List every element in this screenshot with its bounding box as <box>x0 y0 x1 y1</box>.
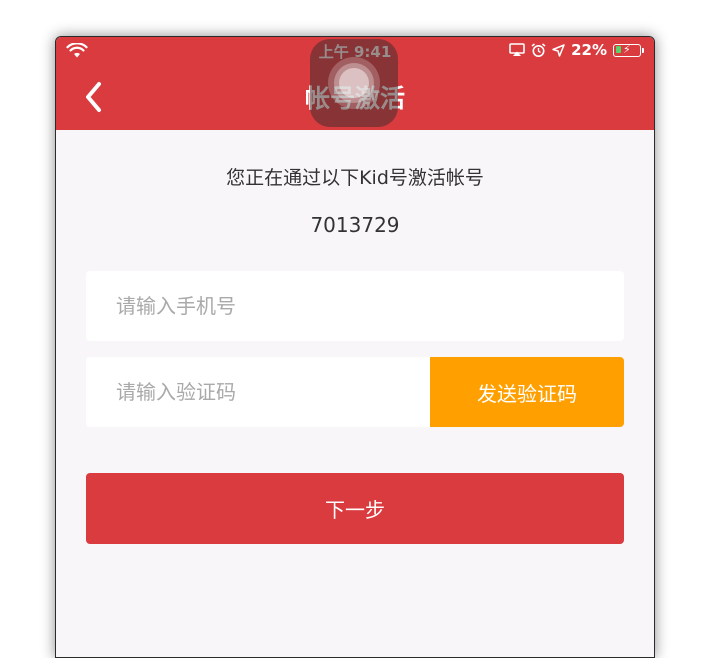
location-icon <box>552 43 565 57</box>
phone-input[interactable] <box>86 271 624 341</box>
next-button[interactable]: 下一步 <box>86 473 624 544</box>
alarm-icon <box>531 42 546 57</box>
charging-bolt-icon: ⚡ <box>623 42 631 56</box>
phone-field <box>86 271 624 341</box>
kid-number: 7013729 <box>310 213 400 237</box>
battery-level <box>615 46 621 53</box>
send-code-button[interactable]: 发送验证码 <box>430 357 624 427</box>
battery-percent: 22% <box>571 41 607 59</box>
intro-text: 您正在通过以下Kid号激活帐号 <box>226 167 484 189</box>
header: 上午 9:41 22% ⚡ <box>56 37 654 130</box>
verification-code-field: 发送验证码 <box>86 357 624 427</box>
assistive-touch-button[interactable] <box>310 39 398 127</box>
battery-tip <box>642 47 644 53</box>
status-right-group: 22% ⚡ <box>509 41 644 59</box>
battery-icon: ⚡ <box>613 42 641 57</box>
assistive-touch-ring <box>339 68 369 98</box>
airplay-icon <box>509 43 525 56</box>
phone-screen: 上午 9:41 22% ⚡ <box>55 36 655 658</box>
verification-code-input[interactable] <box>86 357 430 427</box>
